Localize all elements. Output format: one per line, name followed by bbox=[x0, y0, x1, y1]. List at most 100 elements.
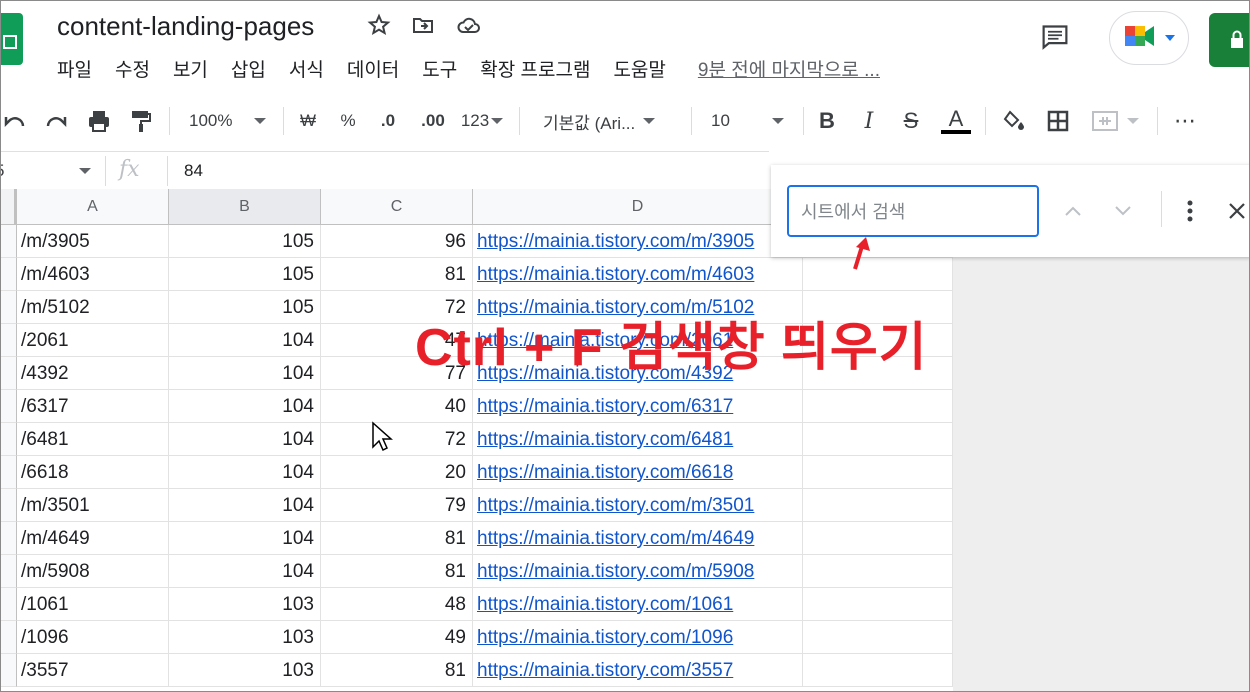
undo-icon[interactable] bbox=[1, 105, 27, 137]
cell-e[interactable] bbox=[803, 588, 953, 621]
decrease-decimal-button[interactable]: .0 bbox=[375, 105, 401, 137]
cell-d-link[interactable]: https://mainia.tistory.com/m/5908 bbox=[473, 555, 803, 588]
row-header[interactable] bbox=[1, 456, 17, 489]
column-header-d[interactable]: D bbox=[473, 189, 803, 225]
cell-a[interactable]: /m/3905 bbox=[17, 225, 169, 258]
sheets-logo-icon[interactable] bbox=[1, 13, 23, 65]
cell-d-link[interactable]: https://mainia.tistory.com/6317 bbox=[473, 390, 803, 423]
find-previous-icon[interactable] bbox=[1061, 199, 1085, 223]
document-title[interactable]: content-landing-pages bbox=[57, 11, 314, 42]
meet-button[interactable] bbox=[1109, 11, 1189, 65]
paint-format-icon[interactable] bbox=[127, 105, 155, 137]
find-input-box[interactable] bbox=[787, 185, 1039, 237]
cell-c[interactable]: 79 bbox=[321, 489, 473, 522]
cell-b[interactable]: 104 bbox=[169, 423, 321, 456]
find-more-options-icon[interactable] bbox=[1178, 199, 1202, 223]
cell-a[interactable]: /1061 bbox=[17, 588, 169, 621]
row-header[interactable] bbox=[1, 258, 17, 291]
cell-c[interactable]: 49 bbox=[321, 621, 473, 654]
cell-c[interactable]: 40 bbox=[321, 390, 473, 423]
cloud-saved-icon[interactable] bbox=[455, 11, 483, 39]
column-header-a[interactable]: A bbox=[17, 189, 169, 225]
cell-b[interactable]: 103 bbox=[169, 654, 321, 687]
name-box[interactable]: 5 bbox=[1, 158, 101, 184]
increase-decimal-button[interactable]: .00 bbox=[417, 105, 449, 137]
close-icon[interactable] bbox=[1225, 199, 1249, 223]
cell-d-link[interactable]: https://mainia.tistory.com/m/3501 bbox=[473, 489, 803, 522]
cell-b[interactable]: 104 bbox=[169, 555, 321, 588]
more-options-icon[interactable]: ⋯ bbox=[1171, 105, 1199, 137]
text-color-button[interactable]: A bbox=[941, 105, 971, 137]
row-header[interactable] bbox=[1, 621, 17, 654]
cell-a[interactable]: /2061 bbox=[17, 324, 169, 357]
cell-a[interactable]: /6481 bbox=[17, 423, 169, 456]
cell-d-link[interactable]: https://mainia.tistory.com/1096 bbox=[473, 621, 803, 654]
menu-tools[interactable]: 도구 bbox=[422, 55, 457, 82]
cell-e[interactable] bbox=[803, 621, 953, 654]
row-header[interactable] bbox=[1, 588, 17, 621]
row-header[interactable] bbox=[1, 291, 17, 324]
cell-d-link[interactable]: https://mainia.tistory.com/m/4649 bbox=[473, 522, 803, 555]
percent-format-button[interactable]: % bbox=[337, 105, 359, 137]
cell-c[interactable]: 48 bbox=[321, 588, 473, 621]
cell-b[interactable]: 105 bbox=[169, 258, 321, 291]
cell-a[interactable]: /6618 bbox=[17, 456, 169, 489]
borders-icon[interactable] bbox=[1045, 105, 1071, 137]
cell-a[interactable]: /m/5908 bbox=[17, 555, 169, 588]
menu-data[interactable]: 데이터 bbox=[347, 55, 399, 82]
cell-a[interactable]: /m/5102 bbox=[17, 291, 169, 324]
row-header[interactable] bbox=[1, 522, 17, 555]
comment-history-icon[interactable] bbox=[1041, 23, 1069, 51]
cell-b[interactable]: 104 bbox=[169, 390, 321, 423]
bold-button[interactable]: B bbox=[815, 105, 839, 137]
cell-e[interactable] bbox=[803, 456, 953, 489]
row-header[interactable] bbox=[1, 654, 17, 687]
formula-input[interactable]: 84 bbox=[184, 161, 203, 181]
cell-c[interactable]: 81 bbox=[321, 555, 473, 588]
zoom-select[interactable]: 100% bbox=[189, 105, 273, 137]
share-button[interactable] bbox=[1209, 13, 1249, 67]
row-header[interactable] bbox=[1, 357, 17, 390]
cell-a[interactable]: /m/3501 bbox=[17, 489, 169, 522]
cell-e[interactable] bbox=[803, 555, 953, 588]
find-input[interactable] bbox=[799, 199, 1031, 225]
cell-b[interactable]: 105 bbox=[169, 291, 321, 324]
cell-b[interactable]: 104 bbox=[169, 522, 321, 555]
cell-e[interactable] bbox=[803, 390, 953, 423]
row-header[interactable] bbox=[1, 555, 17, 588]
select-all-corner[interactable] bbox=[1, 189, 17, 225]
font-size-select[interactable]: 10 bbox=[711, 105, 791, 137]
menu-insert[interactable]: 삽입 bbox=[231, 55, 266, 82]
row-header[interactable] bbox=[1, 423, 17, 456]
cell-d-link[interactable]: https://mainia.tistory.com/3557 bbox=[473, 654, 803, 687]
merge-cells-icon[interactable] bbox=[1089, 105, 1141, 137]
cell-b[interactable]: 103 bbox=[169, 588, 321, 621]
italic-button[interactable]: I bbox=[857, 105, 881, 137]
menu-view[interactable]: 보기 bbox=[173, 55, 208, 82]
cell-e[interactable] bbox=[803, 654, 953, 687]
menu-extensions[interactable]: 확장 프로그램 bbox=[480, 55, 590, 82]
menu-format[interactable]: 서식 bbox=[289, 55, 324, 82]
cell-d-link[interactable]: https://mainia.tistory.com/6618 bbox=[473, 456, 803, 489]
row-header[interactable] bbox=[1, 324, 17, 357]
cell-d-link[interactable]: https://mainia.tistory.com/m/3905 bbox=[473, 225, 803, 258]
cell-c[interactable]: 81 bbox=[321, 258, 473, 291]
cell-d-link[interactable]: https://mainia.tistory.com/6481 bbox=[473, 423, 803, 456]
column-header-b[interactable]: B bbox=[169, 189, 321, 225]
cell-d-link[interactable]: https://mainia.tistory.com/1061 bbox=[473, 588, 803, 621]
move-folder-icon[interactable] bbox=[409, 11, 437, 39]
cell-c[interactable]: 72 bbox=[321, 423, 473, 456]
row-header[interactable] bbox=[1, 390, 17, 423]
cell-b[interactable]: 104 bbox=[169, 357, 321, 390]
cell-b[interactable]: 105 bbox=[169, 225, 321, 258]
cell-a[interactable]: /m/4603 bbox=[17, 258, 169, 291]
cell-d-link[interactable]: https://mainia.tistory.com/m/4603 bbox=[473, 258, 803, 291]
font-family-select[interactable]: 기본값 (Ari... bbox=[543, 105, 675, 137]
cell-a[interactable]: /m/4649 bbox=[17, 522, 169, 555]
row-header[interactable] bbox=[1, 225, 17, 258]
cell-b[interactable]: 104 bbox=[169, 489, 321, 522]
strikethrough-button[interactable]: S bbox=[899, 105, 923, 137]
cell-a[interactable]: /1096 bbox=[17, 621, 169, 654]
cell-a[interactable]: /6317 bbox=[17, 390, 169, 423]
fill-color-icon[interactable] bbox=[1001, 105, 1027, 137]
